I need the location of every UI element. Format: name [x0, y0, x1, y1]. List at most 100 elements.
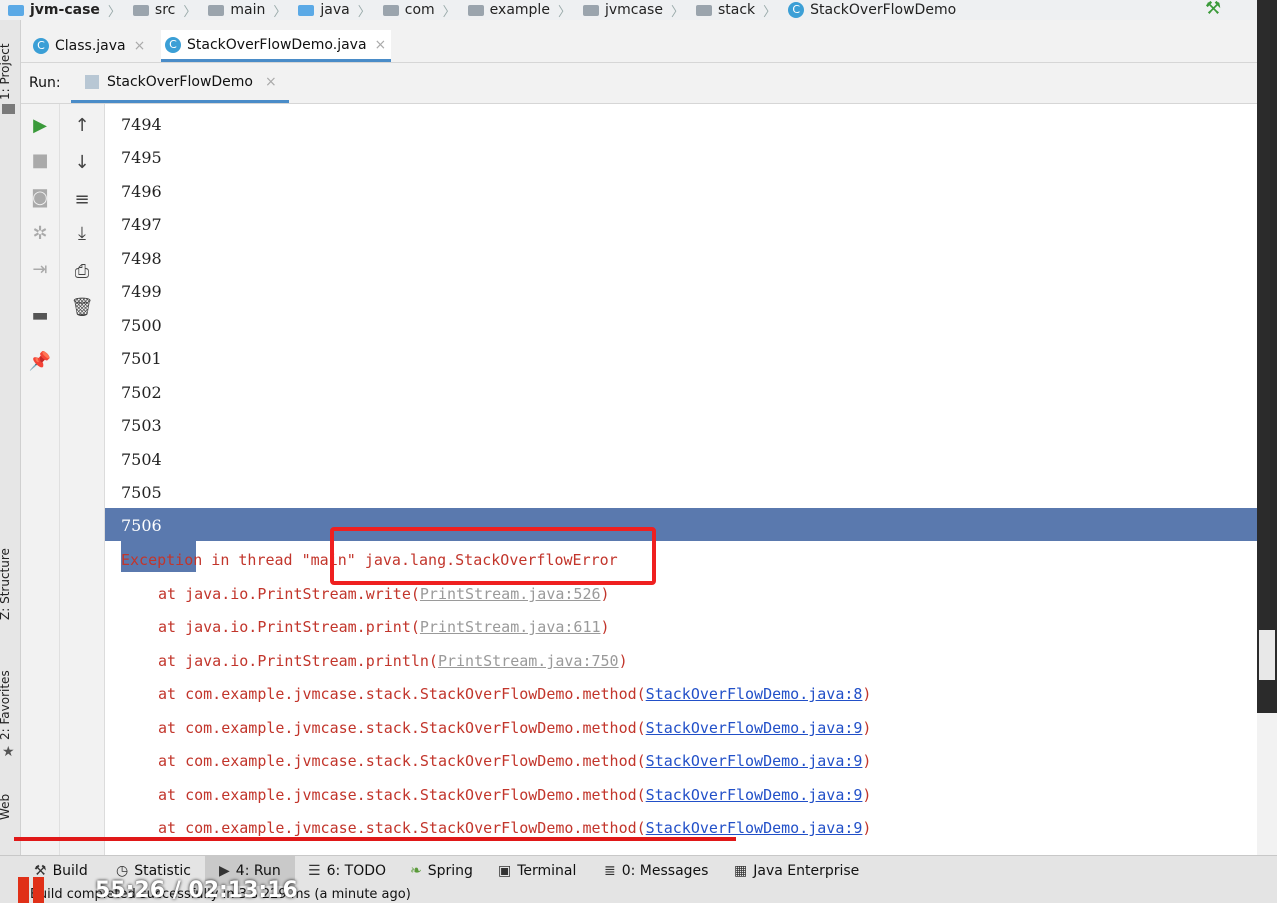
exit-icon[interactable]: ⇥ [28, 258, 52, 282]
left-tool-strip: 1: Project Z: Structure 2: Favorites ★ W… [0, 20, 21, 855]
stack-frame: at com.example.jvmcase.stack.StackOverFl… [158, 749, 871, 773]
clock-icon: ◷ [116, 863, 129, 879]
debug-icon[interactable]: ✲ [28, 222, 52, 246]
trash-icon[interactable]: 🗑 [70, 296, 94, 320]
web-tool-tab[interactable]: Web [0, 794, 12, 820]
selection-highlight [105, 508, 1257, 541]
run-tab-label: StackOverFlowDemo [107, 73, 253, 90]
close-icon[interactable]: × [375, 37, 387, 53]
arrow-up-icon[interactable]: ↑ [70, 114, 94, 138]
panel-widget [1259, 630, 1275, 680]
frame-text: at java.io.PrintStream.print( [158, 618, 420, 636]
tab-label: Statistic [134, 863, 191, 879]
frame-link[interactable]: PrintStream.java:526 [420, 585, 601, 603]
breadcrumb-item-main[interactable]: main 〉 [200, 1, 286, 20]
frame-end: ) [862, 819, 872, 837]
frame-link[interactable]: StackOverFlowDemo.java:9 [646, 819, 863, 837]
stack-frame: at com.example.jvmcase.stack.StackOverFl… [158, 682, 871, 706]
frame-text: at java.io.PrintStream.write( [158, 585, 420, 603]
annotation-underline [14, 837, 736, 841]
output-line: 7503 [121, 416, 162, 435]
output-line: 7502 [121, 383, 162, 402]
frame-link[interactable]: StackOverFlowDemo.java:9 [646, 786, 863, 804]
close-icon[interactable]: × [265, 74, 277, 90]
module-folder-icon [8, 4, 24, 16]
video-timestamp: 55:26 / 02:13:16 [95, 878, 298, 903]
layout-icon[interactable]: ▬ [28, 304, 52, 328]
console-output[interactable]: 7494 7495 7496 7497 7498 7499 7500 7501 … [105, 104, 1257, 855]
run-tab-stackoverflowdemo[interactable]: StackOverFlowDemo × [71, 63, 289, 103]
breadcrumb-item-jvmcase[interactable]: jvmcase 〉 [575, 1, 684, 20]
right-side-panel [1257, 0, 1277, 713]
tab-java-enterprise[interactable]: ▦ Java Enterprise [734, 856, 859, 886]
stack-frame: at java.io.PrintStream.print(PrintStream… [158, 615, 610, 639]
tab-todo[interactable]: ☰ 6: TODO [308, 856, 386, 886]
tab-label: 4: Run [235, 863, 281, 879]
frame-link[interactable]: PrintStream.java:750 [438, 652, 619, 670]
terminal-icon: ▣ [498, 863, 512, 879]
frame-end: ) [862, 685, 872, 703]
frame-link[interactable]: StackOverFlowDemo.java:9 [646, 752, 863, 770]
structure-tool-tab[interactable]: Z: Structure [0, 548, 12, 620]
stack-frame: at com.example.jvmcase.stack.StackOverFl… [158, 716, 871, 740]
breadcrumb-item-com[interactable]: com 〉 [375, 1, 456, 20]
soft-wrap-icon[interactable]: ≡ [70, 188, 94, 212]
output-line: 7499 [121, 282, 162, 301]
breadcrumb-item-stack[interactable]: stack 〉 [688, 1, 776, 20]
annotation-box [330, 527, 656, 585]
output-line: 7496 [121, 182, 162, 201]
tab-label: Build [52, 863, 88, 879]
output-line-selected: 7506 [121, 516, 162, 535]
tab-label: 6: TODO [326, 863, 387, 879]
tab-spring[interactable]: ❧ Spring [410, 856, 473, 886]
breadcrumb-item-class[interactable]: C StackOverFlowDemo [780, 2, 956, 18]
camera-icon[interactable]: ◙ [28, 186, 52, 210]
breadcrumb-item-java[interactable]: java 〉 [290, 1, 371, 20]
output-line: 7500 [121, 316, 162, 335]
tab-class-java[interactable]: C Class.java × [29, 30, 153, 62]
favorites-tool-tab[interactable]: 2: Favorites [0, 670, 12, 740]
stop-icon[interactable]: ■ [28, 149, 52, 173]
breadcrumb-item-example[interactable]: example 〉 [460, 1, 571, 20]
folder-icon [132, 4, 149, 16]
breadcrumb-item-src[interactable]: src 〉 [125, 1, 196, 20]
enterprise-icon: ▦ [734, 863, 748, 879]
output-line: 7495 [121, 148, 162, 167]
output-line: 7501 [121, 349, 162, 368]
frame-link[interactable]: StackOverFlowDemo.java:9 [646, 719, 863, 737]
pause-icon[interactable] [18, 877, 48, 903]
tab-stackoverflowdemo-java[interactable]: C StackOverFlowDemo.java × [161, 30, 391, 62]
package-icon [467, 4, 484, 16]
breadcrumb-item-project[interactable]: jvm-case 〉 [0, 1, 121, 20]
print-icon[interactable]: ⎙ [70, 260, 94, 284]
class-icon: C [33, 38, 49, 54]
play-icon: ▶ [219, 863, 230, 879]
console-icon [85, 74, 99, 89]
messages-icon: ≣ [604, 863, 616, 879]
frame-end: ) [862, 752, 872, 770]
tab-label: Terminal [517, 863, 577, 879]
list-icon: ☰ [308, 863, 321, 879]
arrow-down-icon[interactable]: ↓ [70, 151, 94, 175]
tab-messages[interactable]: ≣ 0: Messages [604, 856, 708, 886]
tab-label: 0: Messages [621, 863, 709, 879]
class-icon: C [165, 36, 181, 53]
package-icon [695, 4, 712, 16]
build-hammer-icon[interactable]: ⚒ [1205, 0, 1229, 18]
frame-end: ) [618, 652, 628, 670]
frame-text: at com.example.jvmcase.stack.StackOverFl… [158, 819, 646, 837]
frame-text: at com.example.jvmcase.stack.StackOverFl… [158, 786, 646, 804]
frame-text: at com.example.jvmcase.stack.StackOverFl… [158, 719, 646, 737]
scroll-to-end-icon[interactable]: ⤓ [70, 222, 94, 246]
breadcrumb: jvm-case 〉 src 〉 main 〉 java 〉 com 〉 example 〉… [0, 0, 1257, 20]
close-icon[interactable]: × [134, 38, 146, 54]
pin-icon[interactable]: 📌 [28, 350, 52, 374]
console-toolbar: ↑ ↓ ≡ ⤓ ⎙ 🗑 [60, 104, 105, 855]
tab-terminal[interactable]: ▣ Terminal [498, 856, 576, 886]
spring-leaf-icon: ❧ [410, 863, 422, 879]
project-tool-tab[interactable]: 1: Project [0, 43, 12, 100]
rerun-icon[interactable]: ▶ [28, 114, 52, 138]
tab-label: Java Enterprise [753, 863, 860, 879]
frame-link[interactable]: StackOverFlowDemo.java:8 [646, 685, 863, 703]
frame-link[interactable]: PrintStream.java:611 [420, 618, 601, 636]
